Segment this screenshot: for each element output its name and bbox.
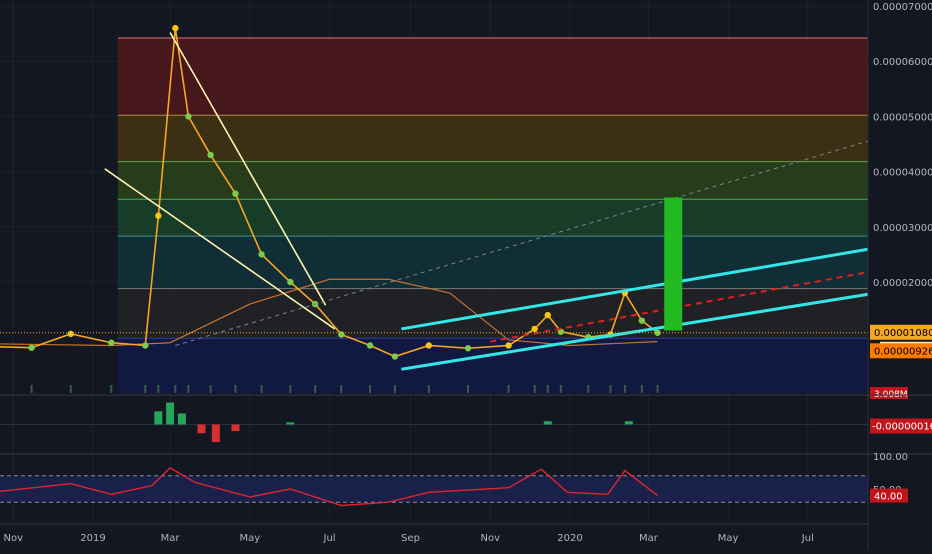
volume-bar [587,385,590,393]
price-tick-label: 0.00004000 [873,168,932,179]
x-tick-label: May [239,533,260,544]
volume-bar [546,385,549,393]
macd-value-label: -0.00000016 [872,422,932,433]
x-tick-label: Mar [639,533,659,544]
volume-bar [467,385,470,393]
volume-bar [656,385,659,393]
last-price-label: 0.00001080 [874,328,932,339]
price-marker [425,342,433,349]
volume-bar [144,385,147,393]
x-tick-label: 2019 [80,533,105,544]
macd-histogram-bar [197,424,206,434]
macd-histogram-bar [624,421,633,425]
price-marker [531,325,538,333]
price-tick-label: 0.00002000 [873,278,932,289]
volume-bar [289,385,292,393]
price-marker [232,190,239,197]
volume-bar [69,385,72,393]
volume-bar [234,385,237,393]
price-marker [366,342,374,349]
price-marker [638,317,646,324]
price-marker [287,278,294,286]
x-tick-label: Sep [401,533,420,544]
fib-band [117,236,868,289]
price-panel[interactable] [0,0,932,550]
price-tick-label: 0.00007000 [873,2,932,13]
volume-bar [369,385,372,393]
rsi-tick-label: 100.00 [873,452,908,463]
target-bar [664,197,683,331]
chart-svg[interactable]: 0.00007000 0.00006000 0.00005000 0.00004000… [0,0,932,550]
macd-histogram-bar [286,422,295,425]
x-tick-label: Jul [323,533,336,544]
volume-bar [187,385,190,393]
volume-bar [209,385,212,393]
price-marker [338,331,345,338]
price-tick-label: 0.00006000 [873,57,932,68]
volume-bar [260,385,263,393]
volume-bar [609,385,612,393]
macd-histogram-bar [211,424,220,443]
volume-bar [393,385,396,393]
ma-value-label: 0.00000926 [874,346,932,357]
volume-bar [157,385,160,393]
price-marker [207,151,214,159]
price-marker [258,251,265,258]
price-marker [28,344,35,351]
volume-bar [30,385,33,393]
price-marker [67,330,74,338]
volume-bar [174,385,177,393]
price-marker [155,212,162,219]
rsi-band-fill [0,475,868,503]
volume-bar [507,385,510,393]
x-tick-label: Jul [801,533,814,544]
x-tick-label: May [718,533,739,544]
volume-bar [110,385,113,393]
volume-bar [559,385,562,393]
macd-histogram-bar [231,424,240,432]
fib-band [117,161,868,200]
volume-bar [314,385,317,393]
volume-bar [427,385,430,393]
rsi-value-label: 40.00 [874,492,903,503]
macd-histogram-bar [177,413,186,425]
price-marker [172,24,179,32]
price-tick-label: 0.00005000 [873,112,932,123]
x-tick-label: Nov [4,533,24,544]
volume-bar [623,385,626,393]
macd-histogram-bar [154,411,163,425]
price-axis-background [868,0,932,550]
price-marker [185,113,192,120]
price-tick-label: 0.00003000 [873,223,932,234]
volume-bar [533,385,536,393]
price-marker [142,342,149,349]
price-marker [544,311,551,319]
x-tick-label: Nov [481,533,501,544]
price-marker [391,353,399,360]
price-marker [464,345,472,352]
macd-histogram-bar [166,402,175,425]
macd-histogram-bar [543,421,552,425]
volume-bar [340,385,343,393]
volume-bar [640,385,643,393]
x-tick-label: 2020 [557,533,582,544]
x-tick-label: Mar [161,533,181,544]
fib-band [117,38,868,116]
chart-container[interactable]: 0.00007000 0.00006000 0.00005000 0.00004000… [0,0,932,550]
price-marker [108,339,115,346]
price-marker [505,342,512,349]
fib-band [117,199,868,237]
